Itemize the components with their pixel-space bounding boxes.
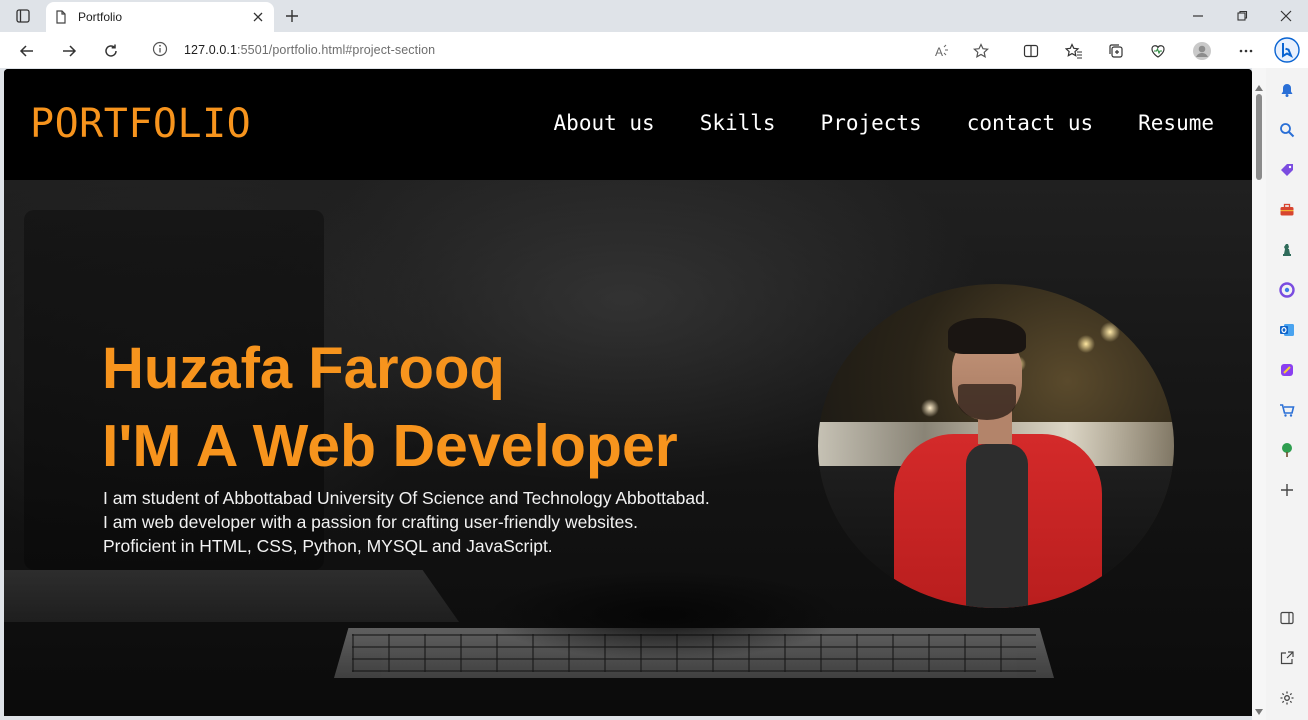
address-bar[interactable]: 127.0.0.1:5501/portfolio.html#project-se… (140, 36, 1000, 64)
more-icon[interactable] (1236, 41, 1256, 61)
minimize-icon[interactable] (1188, 6, 1208, 26)
tab-actions-icon[interactable] (10, 6, 36, 26)
new-tab-icon[interactable] (282, 6, 302, 26)
page-icon (54, 10, 68, 24)
url-text[interactable]: 127.0.0.1:5501/portfolio.html#project-se… (184, 43, 435, 57)
background-floor (4, 700, 1252, 716)
hero-name: Huzafa Farooq (102, 336, 505, 401)
hero-description-line: Proficient in HTML, CSS, Python, MYSQL a… (103, 536, 553, 556)
site-logo[interactable]: PORTFOLIO (30, 101, 251, 147)
toolbox-icon[interactable] (1277, 200, 1297, 220)
tab-strip: Portfolio (0, 0, 1308, 32)
background-desk-shape (4, 570, 459, 622)
favorites-icon[interactable] (1064, 41, 1084, 61)
hero-description: I am student of Abbottabad University Of… (103, 486, 823, 558)
restore-icon[interactable] (1232, 6, 1252, 26)
browser-essentials-icon[interactable] (1148, 41, 1168, 61)
split-screen-icon[interactable] (1021, 41, 1041, 61)
profile-icon[interactable] (1192, 41, 1212, 61)
settings-gear-icon[interactable] (1277, 688, 1297, 708)
add-icon[interactable] (1277, 480, 1297, 500)
collections-icon[interactable] (1106, 41, 1126, 61)
browser-toolbar: 127.0.0.1:5501/portfolio.html#project-se… (0, 32, 1308, 68)
site-nav: About us Skills Projects contact us Resu… (554, 111, 1214, 135)
tab-title: Portfolio (78, 10, 123, 24)
scrollbar-thumb[interactable] (1256, 94, 1262, 180)
hero-description-line: I am student of Abbottabad University Of… (103, 488, 710, 508)
edge-sidebar (1266, 68, 1308, 720)
search-icon[interactable] (1277, 120, 1297, 140)
bell-icon[interactable] (1277, 80, 1297, 100)
svg-text:A: A (935, 45, 943, 59)
site-info-icon[interactable] (152, 41, 170, 59)
refresh-icon[interactable] (100, 40, 122, 62)
tab-portfolio[interactable]: Portfolio (46, 2, 274, 32)
nav-projects[interactable]: Projects (821, 111, 922, 135)
scroll-down-icon[interactable] (1255, 702, 1263, 720)
designer-icon[interactable] (1277, 360, 1297, 380)
profile-photo (818, 284, 1174, 608)
page-viewport: PORTFOLIO About us Skills Projects conta… (4, 69, 1252, 716)
copilot-icon[interactable] (1274, 37, 1300, 63)
nav-skills[interactable]: Skills (700, 111, 776, 135)
close-window-icon[interactable] (1276, 6, 1296, 26)
close-tab-icon[interactable] (250, 9, 266, 25)
nav-contact-us[interactable]: contact us (967, 111, 1093, 135)
hero-description-line: I am web developer with a passion for cr… (103, 512, 638, 532)
site-header: PORTFOLIO About us Skills Projects conta… (4, 69, 1252, 180)
back-icon[interactable] (16, 40, 38, 62)
read-aloud-icon[interactable]: A (932, 41, 952, 61)
chess-icon[interactable] (1277, 240, 1297, 260)
favorite-star-icon[interactable] (971, 41, 991, 61)
background-shadow (484, 570, 844, 660)
hero-section: Huzafa Farooq I'M A Web Developer I am s… (4, 180, 1252, 716)
nav-about-us[interactable]: About us (554, 111, 655, 135)
tree-icon[interactable] (1277, 440, 1297, 460)
outlook-icon[interactable] (1277, 320, 1297, 340)
page-scrollbar[interactable] (1252, 68, 1266, 720)
nav-resume[interactable]: Resume (1138, 111, 1214, 135)
external-open-icon[interactable] (1277, 648, 1297, 668)
shopping-icon[interactable] (1277, 400, 1297, 420)
forward-icon[interactable] (58, 40, 80, 62)
hero-role: I'M A Web Developer (102, 413, 678, 479)
m365-icon[interactable] (1277, 280, 1297, 300)
tag-icon[interactable] (1277, 160, 1297, 180)
sidebar-panel-icon[interactable] (1277, 608, 1297, 628)
